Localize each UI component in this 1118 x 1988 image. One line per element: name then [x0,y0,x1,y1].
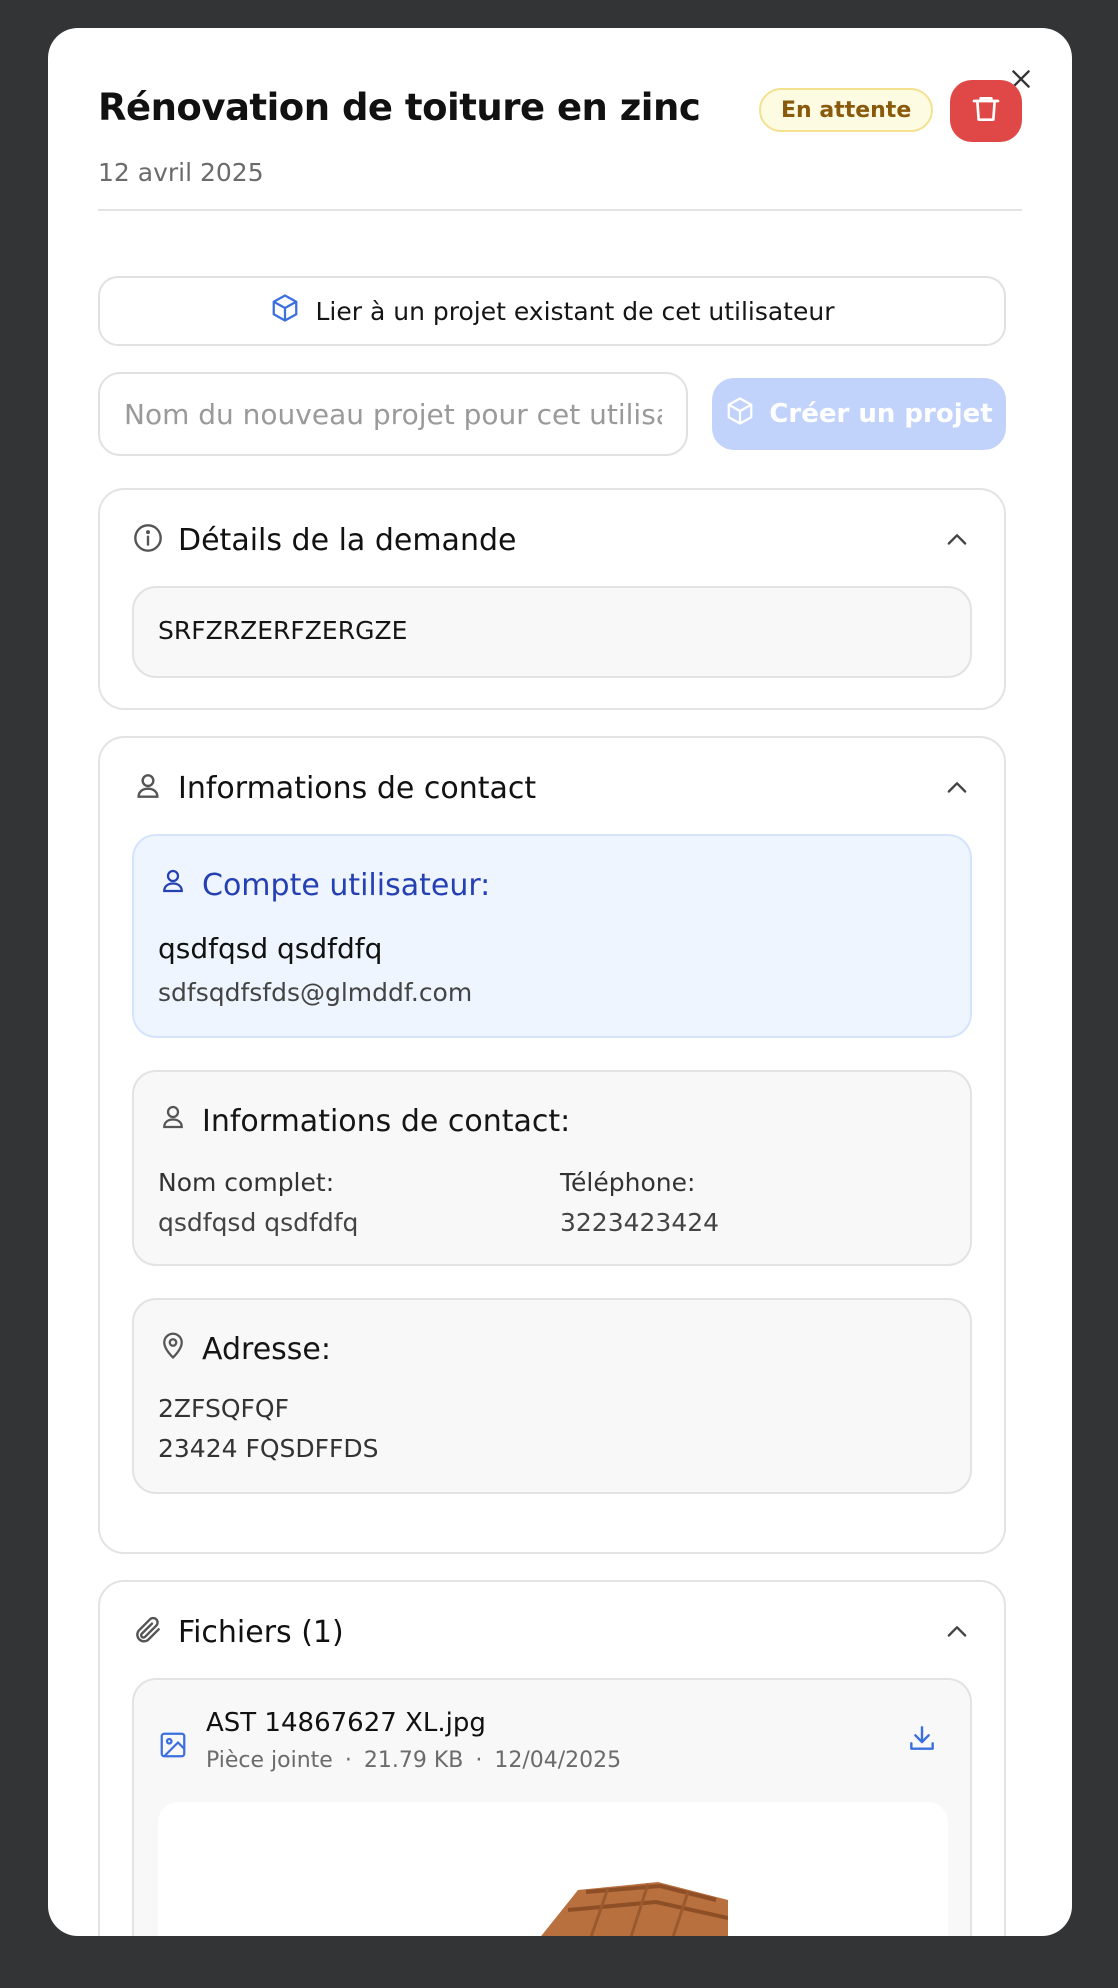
account-name: qsdfqsd qsdfdfq [158,932,383,965]
file-item: AST 14867627 XL.jpg Pièce jointe · 21.79… [132,1678,972,1936]
file-meta: Pièce jointe · 21.79 KB · 12/04/2025 [206,1748,621,1773]
chevron-up-icon[interactable] [942,1617,972,1647]
page-title: Rénovation de toiture en zinc [98,86,701,129]
user-icon [158,1102,188,1140]
files-section-header[interactable]: Fichiers (1) [132,1612,972,1652]
download-icon [906,1726,938,1758]
details-section-title: Détails de la demande [178,522,517,558]
map-pin-icon [158,1330,188,1368]
details-section: Détails de la demande SRFZRZERFZERGZE [98,488,1006,710]
paperclip-icon [132,1614,164,1650]
cube-icon [270,293,300,329]
details-section-header[interactable]: Détails de la demande [132,520,972,560]
contact-section: Informations de contact Compte utilisate… [98,736,1006,1554]
address-title: Adresse: [158,1330,331,1368]
meta-separator: · [475,1748,483,1773]
details-content-box: SRFZRZERFZERGZE [132,586,972,678]
phone-label: Téléphone: [560,1168,696,1197]
create-project-button[interactable]: Créer un projet [712,378,1006,450]
chevron-up-icon[interactable] [942,525,972,555]
file-row: AST 14867627 XL.jpg Pièce jointe · 21.79… [158,1708,946,1778]
address-line-2: 23424 FQSDFFDS [158,1434,379,1463]
roof-tile-thumbnail [538,1870,729,1936]
link-existing-project-label: Lier à un projet existant de cet utilisa… [315,296,835,326]
user-account-label: Compte utilisateur: [202,867,491,903]
contact-info-title: Informations de contact: [158,1102,570,1140]
file-size: 21.79 KB [363,1748,464,1773]
phone-value: 3223423424 [560,1208,720,1237]
link-existing-project-button[interactable]: Lier à un projet existant de cet utilisa… [98,276,1006,346]
request-detail-modal: Rénovation de toiture en zinc 12 avril 2… [48,28,1072,1936]
address-box: Adresse: 2ZFSQFQF 23424 FQSDFFDS [132,1298,972,1494]
delete-button[interactable] [950,80,1022,142]
contact-info-box: Informations de contact: Nom complet: qs… [132,1070,972,1266]
contact-info-label: Informations de contact: [202,1103,571,1139]
info-icon [132,522,164,558]
address-line-1: 2ZFSQFQF [158,1394,289,1423]
create-project-label: Créer un projet [769,399,993,429]
download-button[interactable] [906,1722,938,1758]
request-date: 12 avril 2025 [98,158,264,187]
fullname-value: qsdfqsd qsdfdfq [158,1208,359,1237]
user-icon [158,866,188,904]
modal-header: Rénovation de toiture en zinc 12 avril 2… [98,28,1022,211]
cube-icon [725,396,755,433]
user-account-box: Compte utilisateur: qsdfqsd qsdfdfq sdfs… [132,834,972,1038]
file-preview[interactable] [158,1802,948,1936]
details-content: SRFZRZERFZERGZE [158,616,408,645]
user-icon [132,770,164,806]
address-label: Adresse: [202,1331,331,1367]
fullname-label: Nom complet: [158,1168,335,1197]
new-project-name-input[interactable] [98,372,688,456]
files-section-title: Fichiers (1) [178,1614,344,1650]
user-account-title: Compte utilisateur: [158,866,490,904]
file-type: Pièce jointe [206,1748,333,1773]
meta-separator: · [344,1748,352,1773]
chevron-up-icon[interactable] [942,773,972,803]
contact-section-header[interactable]: Informations de contact [132,768,972,808]
image-icon [158,1730,188,1764]
contact-section-title: Informations de contact [178,770,537,806]
files-section: Fichiers (1) AST 14867627 XL.jpg Pièce j… [98,1580,1006,1936]
file-name[interactable]: AST 14867627 XL.jpg [206,1708,486,1738]
trash-icon [970,93,1002,129]
status-badge: En attente [759,88,934,132]
file-date: 12/04/2025 [494,1748,622,1773]
account-email: sdfsqdfsfds@glmddf.com [158,978,473,1007]
